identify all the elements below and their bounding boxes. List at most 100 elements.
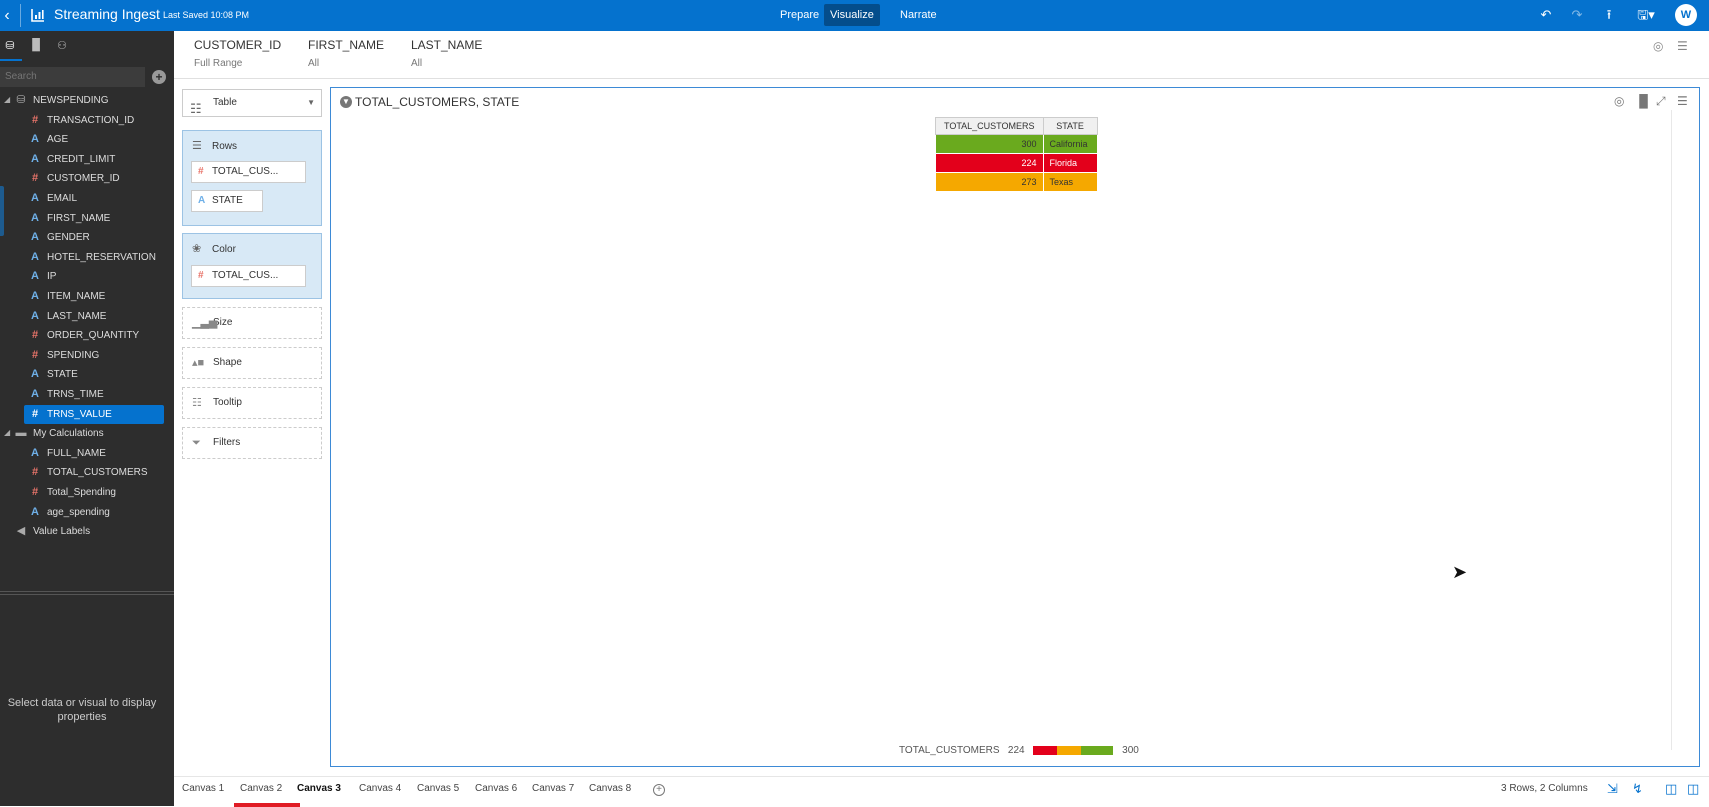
add-data-icon[interactable]: + bbox=[152, 70, 166, 84]
panel-toggle-left-icon[interactable]: ◫ bbox=[1665, 781, 1677, 797]
rows-drop-zone[interactable]: ☰ Rows # TOTAL_CUS... A STATE bbox=[182, 130, 322, 226]
bar-chart-icon[interactable]: ▐▌ bbox=[1635, 94, 1652, 108]
export-icon[interactable]: ⭱ bbox=[1600, 6, 1618, 24]
calculations-folder[interactable]: ▬ My Calculations bbox=[15, 424, 104, 443]
auto-insights-icon[interactable]: ⇲ bbox=[1607, 781, 1618, 797]
calculation-item[interactable]: Aage_spending bbox=[29, 503, 110, 522]
back-arrow-icon[interactable]: ‹ bbox=[0, 0, 14, 31]
column-item[interactable]: A LAST_NAME bbox=[29, 307, 106, 326]
number-column-icon: # bbox=[31, 172, 39, 184]
canvas-tab[interactable]: Canvas 7 bbox=[532, 783, 574, 794]
filter-menu-icon[interactable]: ☰ bbox=[1677, 39, 1688, 53]
filter-settings-icon[interactable]: ◎ bbox=[1653, 39, 1663, 53]
visualization-menu-icon[interactable]: ☰ bbox=[1677, 94, 1688, 108]
column-item[interactable]: A HOTEL_RESERVATION bbox=[29, 248, 156, 267]
column-item[interactable]: A GENDER bbox=[29, 228, 90, 247]
search-input[interactable] bbox=[0, 67, 145, 87]
grammar-panel: ☷ Table ▼ ☰ Rows # TOTAL_CUS... A STATE ❀ Co… bbox=[174, 79, 326, 774]
data-tab-icon[interactable]: ⛁ bbox=[2, 39, 18, 55]
source-label: NEWSPENDING bbox=[33, 95, 109, 106]
redo-icon[interactable]: ↷ bbox=[1568, 6, 1586, 24]
filters-drop-zone[interactable]: ⏷ Filters bbox=[182, 427, 322, 459]
column-item[interactable]: A CREDIT_LIMIT bbox=[29, 150, 115, 169]
canvas-tab[interactable]: Canvas 1 bbox=[182, 783, 224, 794]
filter-value: All bbox=[411, 58, 423, 69]
tooltip-drop-zone[interactable]: ☷ Tooltip bbox=[182, 387, 322, 419]
rows-pill-state[interactable]: A STATE bbox=[191, 190, 263, 212]
column-item[interactable]: A STATE bbox=[29, 365, 78, 384]
table-row[interactable]: 273 Texas bbox=[935, 172, 1098, 192]
canvas-tab[interactable]: Canvas 4 bbox=[359, 783, 401, 794]
calculation-item[interactable]: # TOTAL_CUSTOMERS bbox=[29, 463, 148, 482]
folder-label: My Calculations bbox=[33, 428, 104, 439]
filter-first-name[interactable]: FIRST_NAME All bbox=[308, 38, 384, 69]
canvas-tab[interactable]: Canvas 2 bbox=[240, 783, 282, 794]
collapse-caret-icon[interactable]: ◢ bbox=[4, 428, 10, 437]
color-pill-total-customers[interactable]: # TOTAL_CUS... bbox=[191, 265, 306, 287]
target-icon[interactable]: ◎ bbox=[1614, 94, 1624, 108]
total-customers-cell[interactable]: 273 bbox=[935, 172, 1044, 192]
table-grid-icon: ☷ bbox=[190, 101, 202, 116]
value-labels-item[interactable]: ◀ Value Labels bbox=[15, 522, 90, 541]
color-drop-zone[interactable]: ❀ Color # TOTAL_CUS... bbox=[182, 233, 322, 299]
column-item[interactable]: # TRANSACTION_ID bbox=[29, 111, 134, 130]
total-customers-cell[interactable]: 224 bbox=[935, 153, 1044, 173]
column-item[interactable]: A AGE bbox=[29, 130, 68, 149]
add-canvas-icon[interactable]: + bbox=[653, 784, 665, 796]
data-source-item[interactable]: ⛁ NEWSPENDING bbox=[15, 91, 109, 110]
column-item[interactable]: # ORDER_QUANTITY bbox=[29, 326, 139, 345]
table-row[interactable]: 224 Florida bbox=[935, 153, 1098, 173]
panel-toggle-right-icon[interactable]: ◫ bbox=[1687, 781, 1699, 797]
canvas-tab[interactable]: Canvas 3 bbox=[297, 783, 341, 794]
number-column-icon: # bbox=[31, 466, 39, 478]
calculation-item[interactable]: # Total_Spending bbox=[29, 483, 116, 502]
total-customers-cell[interactable]: 300 bbox=[935, 134, 1044, 154]
filter-customer-id[interactable]: CUSTOMER_ID Full Range bbox=[194, 38, 281, 69]
save-menu-icon[interactable]: 🖫▾ bbox=[1632, 6, 1660, 24]
state-cell[interactable]: Florida bbox=[1042, 153, 1098, 173]
column-item[interactable]: A TRNS_TIME bbox=[29, 385, 104, 404]
text-column-icon: A bbox=[31, 388, 39, 400]
column-item[interactable]: A IP bbox=[29, 267, 56, 286]
user-avatar[interactable]: W bbox=[1675, 4, 1697, 26]
table-row[interactable]: 300 California bbox=[935, 134, 1098, 154]
analytics-tab-icon[interactable]: ⚇ bbox=[54, 39, 70, 55]
undo-icon[interactable]: ↶ bbox=[1537, 6, 1555, 24]
rows-pill-total-customers[interactable]: # TOTAL_CUS... bbox=[191, 161, 306, 183]
canvas-tab[interactable]: Canvas 8 bbox=[589, 783, 631, 794]
column-header[interactable]: TOTAL_CUSTOMERS bbox=[935, 117, 1044, 135]
rows-title: ☰ Rows bbox=[192, 139, 237, 152]
visualizations-tab-icon[interactable]: ▐▌ bbox=[28, 39, 44, 55]
canvas-tab[interactable]: Canvas 6 bbox=[475, 783, 517, 794]
maximize-icon[interactable]: ⤢ bbox=[1656, 94, 1666, 109]
collapse-caret-icon[interactable]: ◢ bbox=[4, 95, 10, 104]
canvas-tab[interactable]: Canvas 5 bbox=[417, 783, 459, 794]
refresh-lightning-icon[interactable]: ↯ bbox=[1632, 781, 1643, 797]
column-item[interactable]: A ITEM_NAME bbox=[29, 287, 105, 306]
calculation-label: Total_Spending bbox=[47, 487, 116, 498]
shape-drop-zone[interactable]: ▴■ Shape bbox=[182, 347, 322, 379]
value-labels-label: Value Labels bbox=[33, 526, 91, 537]
visualization-canvas[interactable]: ▼ TOTAL_CUSTOMERS, STATE ◎ ▐▌ ⤢ ☰ TOTAL_… bbox=[330, 87, 1700, 767]
state-cell[interactable]: Texas bbox=[1042, 172, 1098, 192]
filter-funnel-icon[interactable]: ▼ bbox=[340, 96, 352, 108]
column-item[interactable]: A EMAIL bbox=[29, 189, 77, 208]
panel-splitter[interactable] bbox=[0, 591, 174, 595]
column-item[interactable]: # CUSTOMER_ID bbox=[29, 169, 120, 188]
column-header[interactable]: STATE bbox=[1042, 117, 1098, 135]
size-drop-zone[interactable]: ▁▃▅ Size bbox=[182, 307, 322, 339]
column-item[interactable]: A FIRST_NAME bbox=[29, 209, 110, 228]
filter-last-name[interactable]: LAST_NAME All bbox=[411, 38, 482, 69]
calculation-item[interactable]: A FULL_NAME bbox=[29, 444, 106, 463]
number-column-icon: # bbox=[31, 329, 39, 341]
legend-label: TOTAL_CUSTOMERS bbox=[899, 745, 1000, 756]
viz-type-select[interactable]: ☷ Table ▼ bbox=[182, 89, 322, 117]
tab-narrate[interactable]: Narrate bbox=[894, 4, 943, 26]
panel-resize-handle[interactable] bbox=[0, 186, 4, 236]
tab-visualize[interactable]: Visualize bbox=[824, 4, 880, 26]
column-item[interactable]: # SPENDING bbox=[29, 346, 99, 365]
tab-prepare[interactable]: Prepare bbox=[774, 4, 825, 26]
filter-bar: CUSTOMER_ID Full Range FIRST_NAME All LA… bbox=[174, 31, 1709, 79]
column-item[interactable]: # TRNS_VALUE bbox=[24, 405, 164, 424]
state-cell[interactable]: California bbox=[1042, 134, 1098, 154]
